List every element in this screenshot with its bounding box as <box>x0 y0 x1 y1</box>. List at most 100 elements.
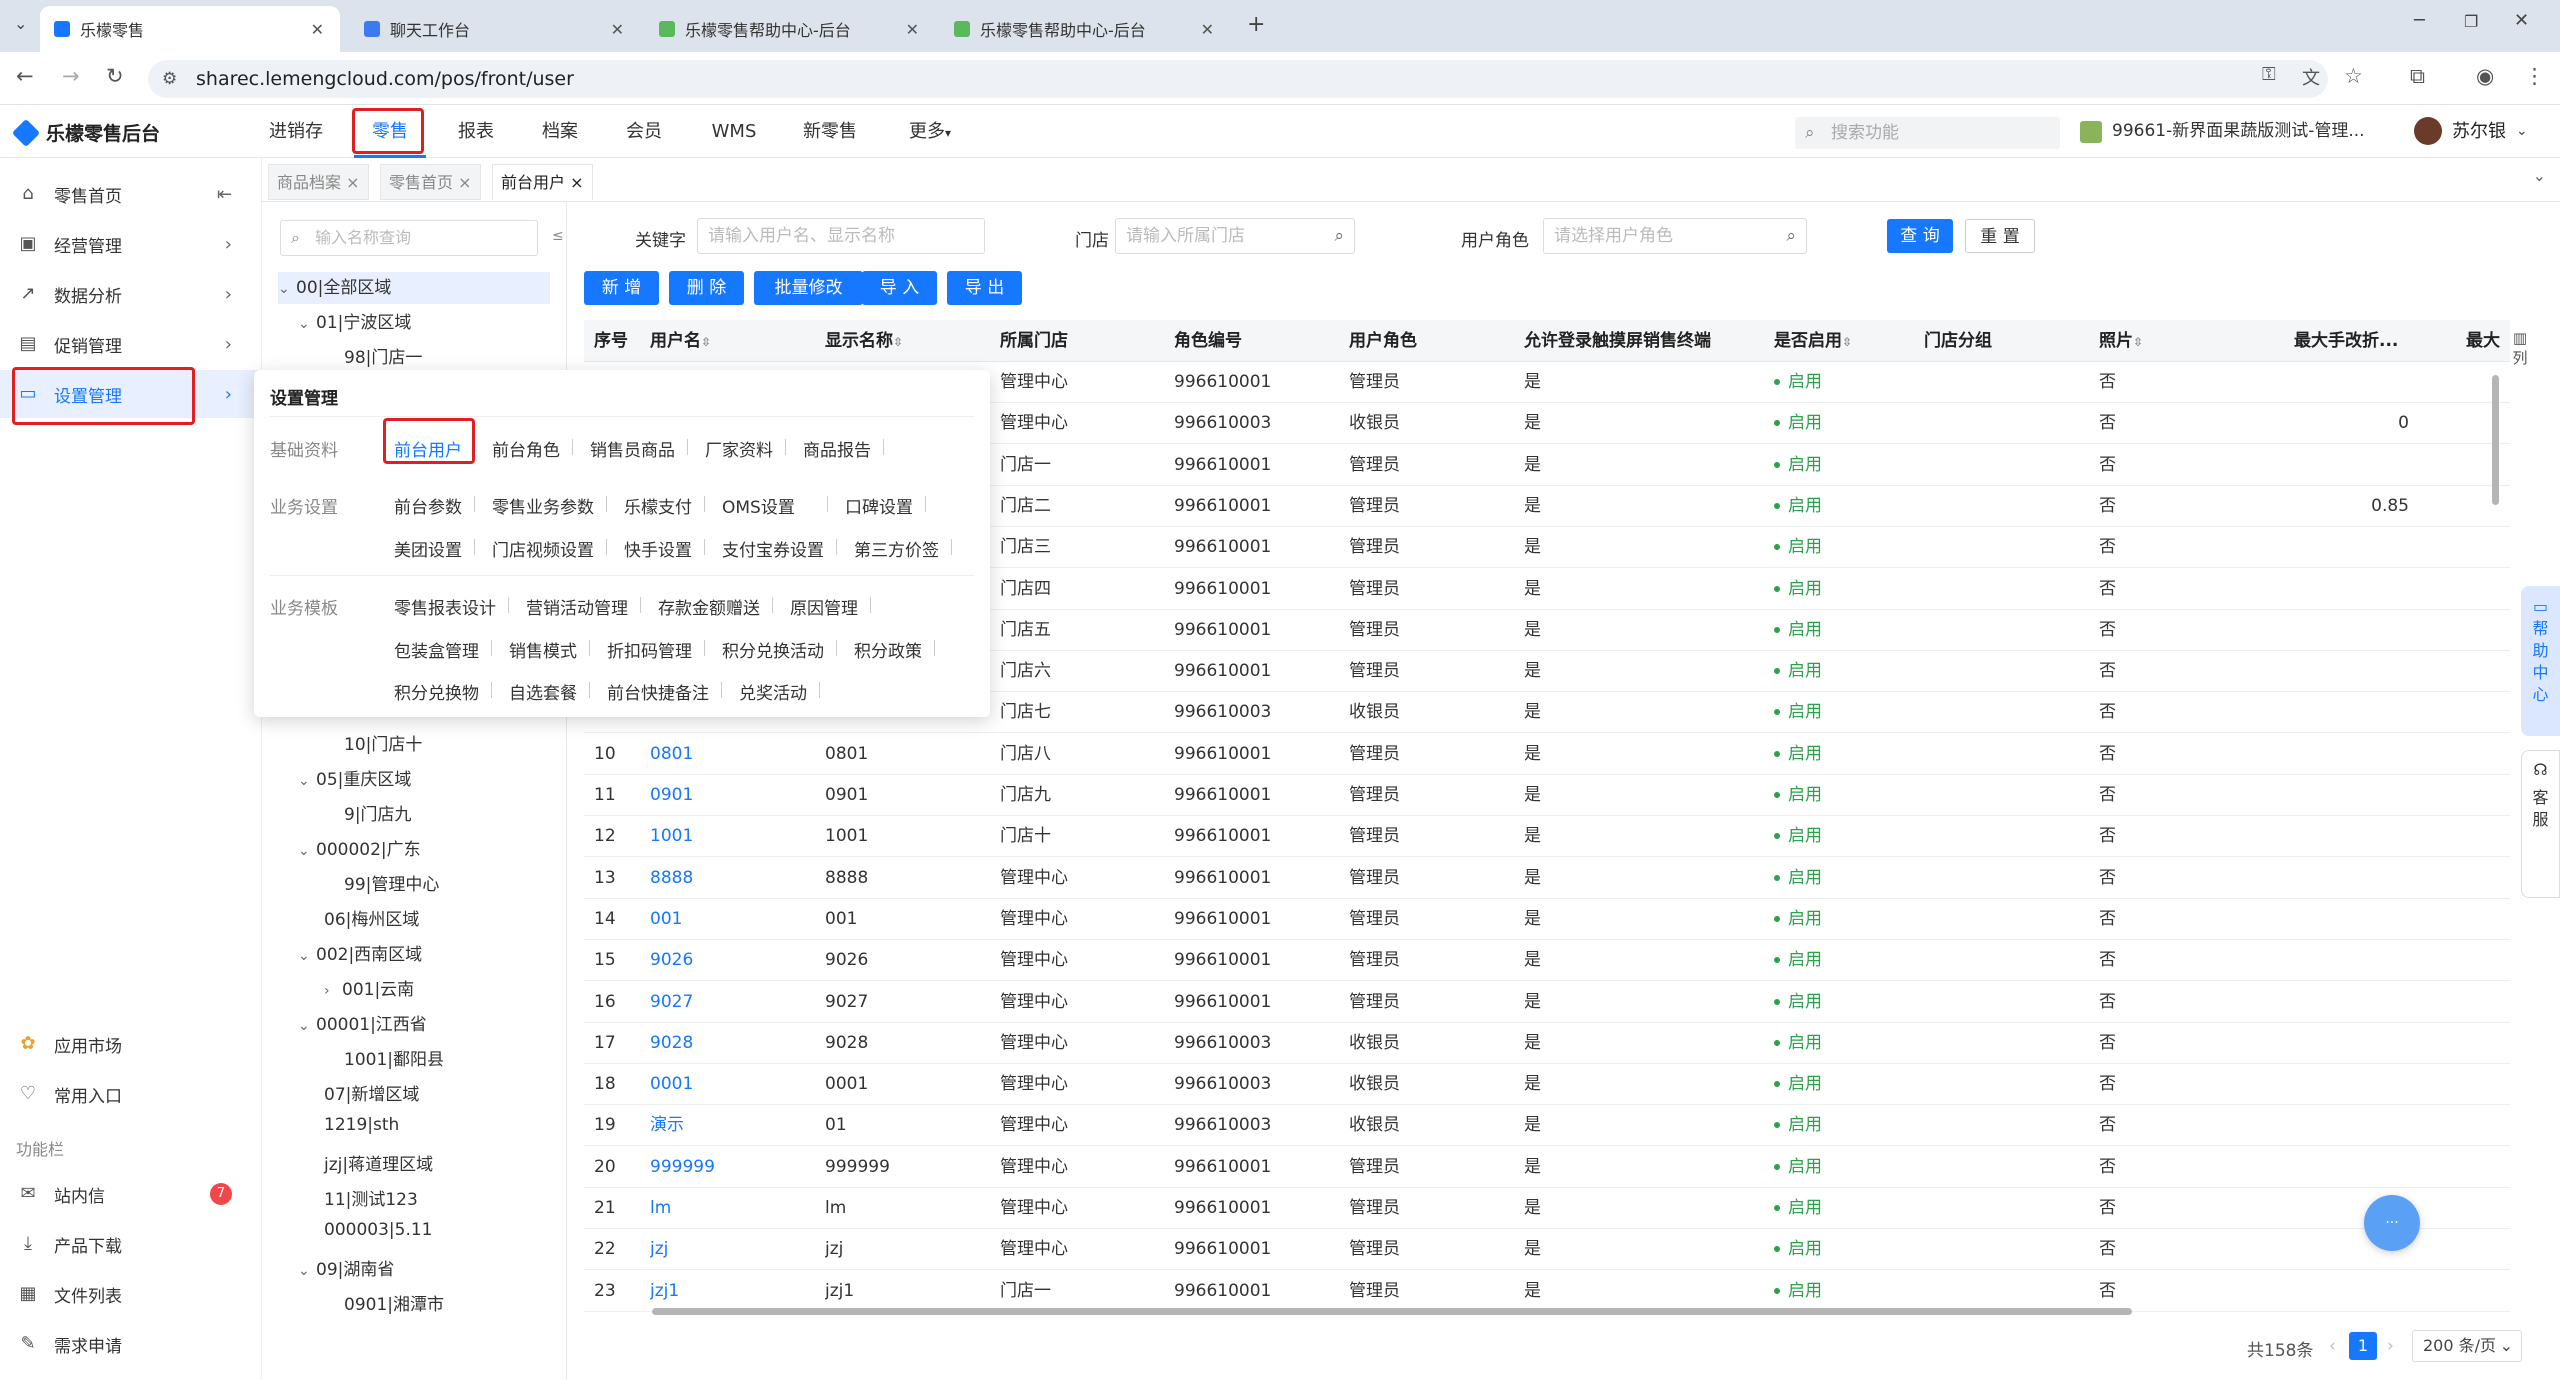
caret-down-icon[interactable]: ⌄ <box>298 1018 316 1034</box>
caret-down-icon[interactable]: ⌄ <box>298 1263 316 1279</box>
tree-node[interactable]: ⌄ 00001|江西省 <box>298 1010 427 1035</box>
table-row[interactable]: 18 0001 0001 管理中心 996610003 收银员 是 启用 否 <box>584 1064 2510 1106</box>
tree-node[interactable]: 9|门店九 <box>344 800 412 825</box>
translate-icon[interactable]: 文 <box>2302 64 2320 90</box>
cell-username[interactable]: 9027 <box>650 982 693 1023</box>
batch-edit-button[interactable]: 批量修改 <box>754 271 863 305</box>
nav-wms[interactable]: WMS <box>702 105 766 158</box>
caret-right-icon[interactable]: › <box>324 983 342 999</box>
close-tab-icon[interactable]: ✕ <box>611 20 624 39</box>
store-input[interactable]: 请输入所属门店 ⌕ <box>1115 218 1355 254</box>
import-button[interactable]: 导 入 <box>862 271 937 305</box>
horizontal-scrollbar[interactable] <box>652 1308 2132 1315</box>
query-button[interactable]: 查 询 <box>1887 219 1953 253</box>
add-button[interactable]: 新 增 <box>584 271 659 305</box>
current-page[interactable]: 1 <box>2349 1332 2377 1360</box>
flyout-item-tpl1-3[interactable]: 原因管理 <box>790 594 858 619</box>
table-row[interactable]: 10 0801 0801 门店八 996610001 管理员 是 启用 否 <box>584 734 2510 775</box>
caret-down-icon[interactable]: ⌄ <box>298 843 316 859</box>
flyout-item-tpl2-2[interactable]: 折扣码管理 <box>607 637 692 662</box>
site-info-icon[interactable]: ⚙ <box>162 60 177 98</box>
table-row[interactable]: 17 9028 9028 管理中心 996610003 收银员 是 启用 否 <box>584 1023 2510 1064</box>
table-row[interactable]: 16 9027 9027 管理中心 996610001 管理员 是 启用 否 <box>584 982 2510 1023</box>
cell-username[interactable]: 演示 <box>650 1105 684 1146</box>
restore-icon[interactable]: ❐ <box>2464 12 2478 31</box>
forward-icon[interactable]: → <box>62 64 80 88</box>
back-icon[interactable]: ← <box>16 64 34 88</box>
app-logo[interactable]: 乐檬零售后台 <box>11 118 160 147</box>
vertical-scrollbar[interactable] <box>2492 375 2499 505</box>
table-row[interactable]: 20 999999 999999 管理中心 996610001 管理员 是 启用 否 <box>584 1147 2510 1188</box>
tree-node[interactable]: 11|测试123 <box>324 1185 418 1210</box>
tree-node[interactable]: ⌄ 01|宁波区域 <box>298 308 411 333</box>
browser-tab-2[interactable]: 聊天工作台 ✕ <box>350 6 640 52</box>
help-center-tab[interactable]: ▭ 帮助中心 <box>2521 586 2560 736</box>
keyword-input[interactable]: 请输入用户名、显示名称 <box>697 218 985 254</box>
close-tab-icon[interactable]: ✕ <box>906 20 919 39</box>
minimize-icon[interactable]: ─ <box>2414 10 2425 31</box>
table-row[interactable]: 14 001 001 管理中心 996610001 管理员 是 启用 否 <box>584 899 2510 940</box>
prev-page-icon[interactable]: ‹ <box>2329 1336 2336 1356</box>
flyout-item-tpl1-1[interactable]: 营销活动管理 <box>526 594 628 619</box>
tabs-dropdown-icon[interactable]: ⌄ <box>2533 166 2546 185</box>
col-photo[interactable]: 照片⇳ <box>2099 320 2143 362</box>
tree-node[interactable]: 1001|鄱阳县 <box>344 1045 444 1070</box>
tree-node[interactable]: 06|梅州区域 <box>324 905 419 930</box>
close-icon[interactable]: × <box>570 173 583 192</box>
customer-service-tab[interactable]: ☊ 客服 <box>2521 750 2560 898</box>
password-key-icon[interactable]: ⚿ <box>2262 64 2276 85</box>
flyout-item-tpl2-1[interactable]: 销售模式 <box>509 637 577 662</box>
close-window-icon[interactable]: ✕ <box>2514 10 2529 31</box>
sidebar-item-operations[interactable]: ▣ 经营管理 › <box>0 220 262 268</box>
page-tab-front-user[interactable]: 前台用户 × <box>492 164 593 200</box>
current-store[interactable]: 99661-新界面果蔬版测试-管理... <box>2112 105 2365 158</box>
browser-tab-1[interactable]: 乐檬零售 ✕ <box>40 6 340 52</box>
tree-node[interactable]: ⌄ 05|重庆区域 <box>298 765 411 790</box>
tree-node[interactable]: ⌄ 002|西南区域 <box>298 940 422 965</box>
flyout-item-tpl1-0[interactable]: 零售报表设计 <box>394 594 496 619</box>
table-row[interactable]: 12 1001 1001 门店十 996610001 管理员 是 启用 否 <box>584 816 2510 858</box>
flyout-item-tpl2-4[interactable]: 积分政策 <box>854 637 922 662</box>
user-menu-chevron-icon[interactable]: ⌄ <box>2516 105 2528 158</box>
cell-username[interactable]: 001 <box>650 899 682 940</box>
sidebar-item-retail-home[interactable]: ⌂ 零售首页 ⇤ <box>0 170 262 218</box>
nav-new-retail[interactable]: 新零售 <box>796 105 864 158</box>
browser-menu-icon[interactable]: ⋮ <box>2524 64 2545 88</box>
flyout-item-tpl3-3[interactable]: 兑奖活动 <box>739 679 807 704</box>
flyout-item-biz2-1[interactable]: 门店视频设置 <box>492 536 594 561</box>
bookmark-star-icon[interactable]: ☆ <box>2344 64 2363 88</box>
caret-down-icon[interactable]: ⌄ <box>298 773 316 789</box>
reload-icon[interactable]: ↻ <box>106 64 124 88</box>
collapse-sidebar-icon[interactable]: ⇤ <box>217 184 232 205</box>
cell-username[interactable]: 9028 <box>650 1023 693 1064</box>
sort-icon[interactable]: ⇳ <box>701 335 711 349</box>
sidebar-item-requests[interactable]: ✎ 需求申请 <box>0 1320 262 1368</box>
tree-node[interactable]: 1219|sth <box>324 1115 399 1135</box>
sidebar-item-files[interactable]: ▦ 文件列表 <box>0 1270 262 1318</box>
flyout-item-biz2-4[interactable]: 第三方价签 <box>854 536 939 561</box>
extensions-icon[interactable]: ⧉ <box>2410 64 2425 89</box>
page-size-select[interactable]: 200 条/页 ⌄ <box>2412 1330 2522 1362</box>
flyout-item-biz1-3[interactable]: OMS设置 <box>722 493 795 518</box>
flyout-item-basic-1[interactable]: 前台角色 <box>492 436 560 461</box>
flyout-item-tpl3-1[interactable]: 自选套餐 <box>509 679 577 704</box>
nav-archives[interactable]: 档案 <box>530 105 590 158</box>
function-search[interactable]: ⌕ 搜索功能 <box>1795 117 2060 149</box>
flyout-item-biz2-3[interactable]: 支付宝券设置 <box>722 536 824 561</box>
nav-reports[interactable]: 报表 <box>446 105 506 158</box>
table-row[interactable]: 11 0901 0901 门店九 996610001 管理员 是 启用 否 <box>584 775 2510 816</box>
table-row[interactable]: 13 8888 8888 管理中心 996610001 管理员 是 启用 否 <box>584 858 2510 899</box>
flyout-item-biz1-1[interactable]: 零售业务参数 <box>492 493 594 518</box>
next-page-icon[interactable]: › <box>2387 1336 2394 1356</box>
flyout-item-tpl3-0[interactable]: 积分兑换物 <box>394 679 479 704</box>
caret-down-icon[interactable]: ⌄ <box>298 948 316 964</box>
sidebar-item-messages[interactable]: ✉ 站内信 7 <box>0 1170 262 1218</box>
tree-node[interactable]: 98|门店一 <box>344 343 422 368</box>
sidebar-item-app-market[interactable]: ✿ 应用市场 <box>0 1020 262 1068</box>
user-name[interactable]: 苏尔银 <box>2452 105 2506 158</box>
close-icon[interactable]: × <box>458 173 471 192</box>
nav-more[interactable]: 更多▾ <box>898 105 962 158</box>
tree-search-input[interactable]: ⌕ 输入名称查询 <box>280 220 538 256</box>
table-row[interactable]: 19 演示 01 管理中心 996610003 收银员 是 启用 否 <box>584 1105 2510 1147</box>
caret-down-icon[interactable]: ⌄ <box>278 273 296 305</box>
